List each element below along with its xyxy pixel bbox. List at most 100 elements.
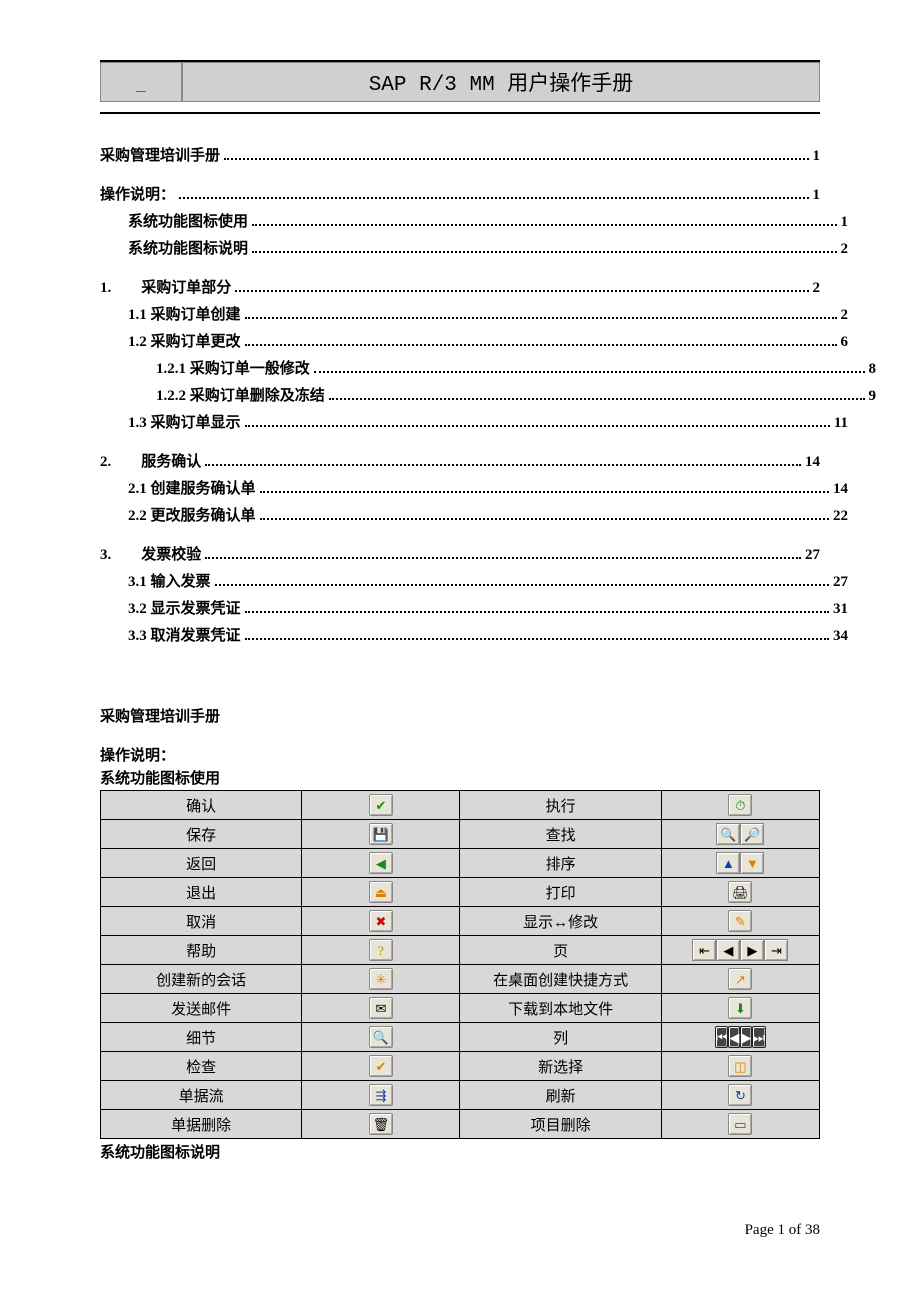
document-page: — SAP R/3 MM 用户操作手册 采购管理培训手册 1 操作说明： 1 系统功… <box>0 0 920 1279</box>
toc-item-label: 系统功能图标使用 <box>128 210 248 231</box>
toc-item: 1.1 采购订单创建 2 <box>100 303 848 324</box>
icon-label: 检查 <box>101 1052 302 1081</box>
toc-item-label: 3.1 输入发票 <box>128 570 211 591</box>
toc-item: 3.3 取消发票凭证34 <box>100 624 848 645</box>
toc-main-label: 采购管理培训手册 <box>100 144 220 165</box>
icon-label: 查找 <box>460 820 661 849</box>
cancel-icon: ✖ <box>369 910 393 932</box>
item-delete-icon: ▭ <box>728 1113 752 1135</box>
toc-item-page: 11 <box>834 415 848 432</box>
toc-item-label: 3.2 显示发票凭证 <box>128 597 241 618</box>
toc-item-label: 2.2 更改服务确认单 <box>128 504 256 525</box>
icon-label: 细节 <box>101 1023 302 1052</box>
toc-item-page: 9 <box>869 388 877 405</box>
toc-item: 1.2 采购订单更改 6 <box>100 330 848 351</box>
toc-head-page: 14 <box>805 454 820 471</box>
toc-item-page: 31 <box>833 601 848 618</box>
toc-head: 操作说明： 1 <box>100 183 820 204</box>
icon-label: 保存 <box>101 820 302 849</box>
toc-item-label: 1.1 采购订单创建 <box>128 303 241 324</box>
toc-item-page: 27 <box>833 574 848 591</box>
toc-item-page: 34 <box>833 628 848 645</box>
icon-label: 排序 <box>460 849 661 878</box>
icon-label: 确认 <box>101 791 302 820</box>
toc-main-page: 1 <box>813 148 821 165</box>
icon-label: 显示↔修改 <box>460 907 661 936</box>
sort-icons: ▲▼ <box>716 852 764 874</box>
toc-item-page: 6 <box>841 334 849 351</box>
table-row: 细节🔍列⏮◀▶⏭ <box>101 1023 820 1052</box>
check-doc-icon: ✔ <box>369 1055 393 1077</box>
table-row: 检查 ✔ 新选择 ◫ <box>101 1052 820 1081</box>
section-heading-op: 操作说明： <box>100 744 820 765</box>
toc-head: 3. 发票校验 27 <box>100 543 820 564</box>
table-row: 发送邮件✉下载到本地文件⬇ <box>101 994 820 1023</box>
detail-icon: 🔍 <box>369 1026 393 1048</box>
table-row: 确认✔执行⏱ <box>101 791 820 820</box>
new-selection-icon: ◫ <box>728 1055 752 1077</box>
icon-label: 刷新 <box>460 1081 661 1110</box>
icon-label: 下载到本地文件 <box>460 994 661 1023</box>
toc-head-label: 1. 采购订单部分 <box>100 276 231 297</box>
toc-item-label: 1.3 采购订单显示 <box>128 411 241 432</box>
table-row: 保存 💾 查找 🔍🔎 <box>101 820 820 849</box>
download-icon: ⬇ <box>728 997 752 1019</box>
page-title: SAP R/3 MM 用户操作手册 <box>182 62 820 102</box>
icon-label: 项目删除 <box>460 1110 661 1139</box>
icon-label: 在桌面创建快捷方式 <box>460 965 661 994</box>
table-row: 帮助?页⇤◀▶⇥ <box>101 936 820 965</box>
toc-item-label: 2.1 创建服务确认单 <box>128 477 256 498</box>
icon-label: 单据删除 <box>101 1110 302 1139</box>
icon-label: 退出 <box>101 878 302 907</box>
toc-item-page: 2 <box>841 241 849 258</box>
print-icon: 🖨 <box>728 881 752 903</box>
icon-label: 执行 <box>460 791 661 820</box>
save-icon: 💾 <box>369 823 393 845</box>
shortcut-icon: ↗ <box>728 968 752 990</box>
toc-head: 1. 采购订单部分2 <box>100 276 820 297</box>
find-icons: 🔍🔎 <box>716 823 764 845</box>
toc-item: 1.2.2 采购订单删除及冻结 9 <box>100 384 876 405</box>
toc-item-label: 1.2.2 采购订单删除及冻结 <box>156 384 325 405</box>
toc-head-page: 1 <box>813 187 821 204</box>
toc-head-label: 3. 发票校验 <box>100 543 201 564</box>
table-of-contents: 采购管理培训手册 1 操作说明：1系统功能图标使用1系统功能图标说明2 1. 采… <box>100 144 820 645</box>
toc-item-label: 1.2.1 采购订单一般修改 <box>156 357 310 378</box>
page-nav-icons: ⇤◀▶⇥ <box>692 939 788 961</box>
icon-label: 页 <box>460 936 661 965</box>
toc-head-page: 27 <box>805 547 820 564</box>
toc-item: 系统功能图标说明2 <box>100 237 848 258</box>
section-heading-main: 采购管理培训手册 <box>100 705 820 726</box>
icon-function-table: 确认✔执行⏱保存💾查找🔍🔎返回◀排序▲▼退出⏏打印🖨取消✖显示↔修改✎帮助?页⇤… <box>100 790 820 1139</box>
header-logo-box: — <box>100 62 182 102</box>
icon-label: 新选择 <box>460 1052 661 1081</box>
toc-item: 2.1 创建服务确认单 14 <box>100 477 848 498</box>
display-change-icon: ✎ <box>728 910 752 932</box>
table-row: 单据流⇶刷新↻ <box>101 1081 820 1110</box>
table-row: 取消✖显示↔修改✎ <box>101 907 820 936</box>
toc-item-page: 2 <box>841 307 849 324</box>
toc-item-page: 8 <box>869 361 877 378</box>
icon-label: 打印 <box>460 878 661 907</box>
page-header: — SAP R/3 MM 用户操作手册 <box>100 60 820 102</box>
icon-label: 单据流 <box>101 1081 302 1110</box>
toc-item-label: 1.2 采购订单更改 <box>128 330 241 351</box>
toc-item: 1.2.1 采购订单一般修改 8 <box>100 357 876 378</box>
table-row: 退出⏏打印🖨 <box>101 878 820 907</box>
toc-head: 2. 服务确认 14 <box>100 450 820 471</box>
new-session-icon: ✳ <box>369 968 393 990</box>
back-icon: ◀ <box>369 852 393 874</box>
icon-label: 发送邮件 <box>101 994 302 1023</box>
check-icon: ✔ <box>369 794 393 816</box>
help-icon: ? <box>369 939 393 961</box>
toc-item: 3.2 显示发票凭证 31 <box>100 597 848 618</box>
icon-label: 返回 <box>101 849 302 878</box>
header-rule <box>100 112 820 114</box>
section-heading-icon-desc: 系统功能图标说明 <box>100 1141 820 1162</box>
toc-head-label: 2. 服务确认 <box>100 450 201 471</box>
toc-item-page: 14 <box>833 481 848 498</box>
toc-head-label: 操作说明： <box>100 183 175 204</box>
doc-flow-icon: ⇶ <box>369 1084 393 1106</box>
table-row: 创建新的会话✳在桌面创建快捷方式↗ <box>101 965 820 994</box>
toc-item: 3.1 输入发票 27 <box>100 570 848 591</box>
